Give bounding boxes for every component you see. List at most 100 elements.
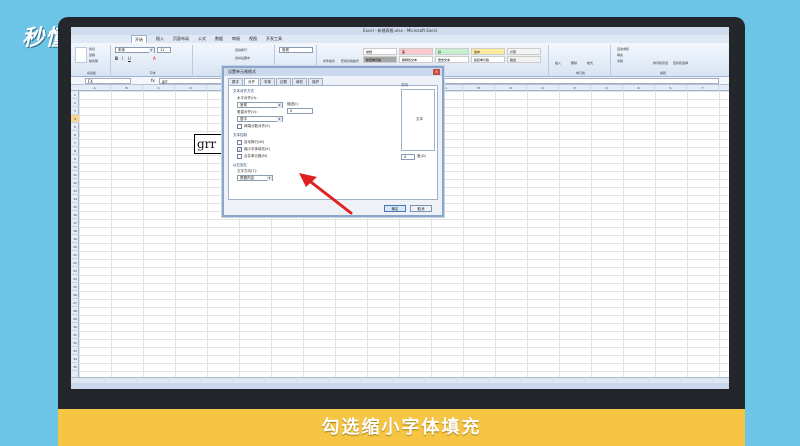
orientation-dial[interactable]: 文本 bbox=[401, 89, 435, 151]
cell-style-item[interactable]: 计算 bbox=[507, 48, 541, 55]
window-title: Excel - 新建表格.xlsx - Microsoft Excel bbox=[71, 27, 729, 35]
underline-icon[interactable]: U bbox=[128, 56, 131, 61]
row-header[interactable]: 26 bbox=[71, 291, 79, 299]
row-header[interactable]: 20 bbox=[71, 243, 79, 251]
row-header[interactable]: 3 bbox=[71, 107, 79, 115]
format-button[interactable]: 格式 bbox=[587, 61, 593, 65]
status-bar bbox=[71, 383, 729, 389]
row-header[interactable]: 15 bbox=[71, 203, 79, 211]
row-header[interactable]: 27 bbox=[71, 299, 79, 307]
cell-style-item[interactable]: 链接单元格 bbox=[471, 56, 505, 63]
indent-value: 0 bbox=[290, 109, 293, 113]
cell-style-item[interactable]: 解释性文本 bbox=[399, 56, 433, 63]
chevron-down-icon: ▾ bbox=[277, 117, 282, 122]
tab-review[interactable]: 审阅 bbox=[232, 35, 240, 43]
delete-button[interactable]: 删除 bbox=[571, 61, 577, 65]
cancel-button[interactable]: 取消 bbox=[410, 205, 432, 212]
row-header[interactable]: 1 bbox=[71, 91, 79, 99]
merge-cells-checkbox[interactable] bbox=[237, 154, 242, 159]
row-header[interactable]: 29 bbox=[71, 315, 79, 323]
row-header[interactable]: 17 bbox=[71, 219, 79, 227]
tab-view[interactable]: 视图 bbox=[249, 35, 257, 43]
row-header[interactable]: 6 bbox=[71, 131, 79, 139]
name-box[interactable]: F4 bbox=[85, 78, 131, 84]
wrap-text-checkbox[interactable] bbox=[237, 140, 242, 145]
row-header[interactable]: 11 bbox=[71, 171, 79, 179]
table-format-button[interactable]: 套用表格格式 bbox=[341, 59, 359, 63]
vertical-label: 垂直对齐(V): bbox=[237, 110, 258, 114]
row-header[interactable]: 35 bbox=[71, 363, 79, 371]
font-color-icon[interactable]: A bbox=[153, 56, 156, 61]
row-header[interactable]: 30 bbox=[71, 323, 79, 331]
format-painter-button[interactable]: 格式刷 bbox=[89, 59, 98, 63]
fx-icon[interactable]: fx bbox=[151, 77, 155, 85]
cell-style-item[interactable]: 好 bbox=[435, 48, 469, 55]
row-header[interactable]: 12 bbox=[71, 179, 79, 187]
row-header[interactable]: 21 bbox=[71, 251, 79, 259]
row-header[interactable]: 13 bbox=[71, 187, 79, 195]
cell-style-item[interactable]: 检查单元格 bbox=[363, 56, 397, 63]
tab-formulas[interactable]: 公式 bbox=[198, 35, 206, 43]
font-size-dropdown[interactable]: 11 bbox=[157, 47, 171, 53]
horizontal-dropdown[interactable]: 常规 ▾ bbox=[237, 102, 283, 108]
font-group-label: 字体 bbox=[149, 71, 156, 75]
row-header[interactable]: 10 bbox=[71, 163, 79, 171]
row-header[interactable]: 7 bbox=[71, 139, 79, 147]
tab-insert[interactable]: 插入 bbox=[156, 35, 164, 43]
row-header[interactable]: 2 bbox=[71, 99, 79, 107]
cell-style-item[interactable]: 输出 bbox=[507, 56, 541, 63]
copy-button[interactable]: 复制 bbox=[89, 53, 95, 57]
tab-developer[interactable]: 开发工具 bbox=[266, 35, 282, 43]
insert-button[interactable]: 插入 bbox=[555, 61, 561, 65]
degrees-stepper[interactable]: 0 bbox=[401, 154, 415, 160]
cell-style-item[interactable]: 差 bbox=[399, 48, 433, 55]
vertical-dropdown[interactable]: 居中 ▾ bbox=[237, 116, 283, 122]
row-header[interactable]: 5 bbox=[71, 123, 79, 131]
merge-center-button[interactable]: 合并后居中 bbox=[235, 56, 250, 60]
cell-style-item[interactable]: 警告文本 bbox=[435, 56, 469, 63]
sort-filter-button[interactable]: 排序和筛选 bbox=[653, 61, 668, 65]
row-header[interactable]: 16 bbox=[71, 211, 79, 219]
row-header[interactable]: 14 bbox=[71, 195, 79, 203]
caption-bar: 勾选缩小字体填充 bbox=[58, 409, 745, 446]
text-alignment-heading: 文本对齐方式 bbox=[233, 89, 254, 93]
indent-stepper[interactable]: 0 bbox=[287, 108, 313, 114]
shrink-to-fit-checkbox[interactable]: ✓ bbox=[237, 147, 242, 152]
clear-button[interactable]: 清除 bbox=[617, 59, 623, 63]
font-name-dropdown[interactable]: 宋体 ▾ bbox=[115, 47, 155, 53]
row-header[interactable]: 19 bbox=[71, 235, 79, 243]
row-header[interactable]: 18 bbox=[71, 227, 79, 235]
justify-distributed-checkbox[interactable] bbox=[237, 124, 242, 129]
autosum-button[interactable]: 自动求和 bbox=[617, 47, 629, 51]
italic-icon[interactable]: I bbox=[122, 56, 123, 61]
tab-page-layout[interactable]: 页面布局 bbox=[173, 35, 189, 43]
cell-style-item[interactable]: 常规 bbox=[363, 48, 397, 55]
row-header[interactable]: 22 bbox=[71, 259, 79, 267]
fill-button[interactable]: 填充 bbox=[617, 53, 623, 57]
conditional-format-button[interactable]: 条件格式 bbox=[323, 59, 335, 63]
row-header[interactable]: 25 bbox=[71, 283, 79, 291]
row-header[interactable]: 33 bbox=[71, 347, 79, 355]
tab-home[interactable]: 开始 bbox=[131, 35, 147, 43]
cell-style-item[interactable]: 适中 bbox=[471, 48, 505, 55]
find-select-button[interactable]: 查找和选择 bbox=[673, 61, 688, 65]
row-header[interactable]: 4 bbox=[71, 115, 79, 123]
bold-icon[interactable]: B bbox=[115, 56, 118, 61]
tab-data[interactable]: 数据 bbox=[215, 35, 223, 43]
row-header[interactable]: 31 bbox=[71, 331, 79, 339]
close-icon[interactable]: × bbox=[433, 69, 440, 75]
row-header[interactable]: 28 bbox=[71, 307, 79, 315]
row-header[interactable]: 8 bbox=[71, 147, 79, 155]
paste-button[interactable] bbox=[75, 47, 87, 63]
cells-group: 插入 删除 格式 单元格 bbox=[551, 45, 611, 75]
wrap-text-button[interactable]: 自动换行 bbox=[235, 48, 247, 52]
ok-button[interactable]: 确定 bbox=[384, 205, 406, 212]
number-format-dropdown[interactable]: 常规 bbox=[279, 47, 313, 53]
cut-button[interactable]: 剪切 bbox=[89, 47, 95, 51]
row-header[interactable]: 23 bbox=[71, 267, 79, 275]
text-direction-dropdown[interactable]: 根据内容 ▾ bbox=[237, 175, 273, 181]
row-header[interactable]: 34 bbox=[71, 355, 79, 363]
row-header[interactable]: 32 bbox=[71, 339, 79, 347]
row-header[interactable]: 24 bbox=[71, 275, 79, 283]
row-header[interactable]: 9 bbox=[71, 155, 79, 163]
